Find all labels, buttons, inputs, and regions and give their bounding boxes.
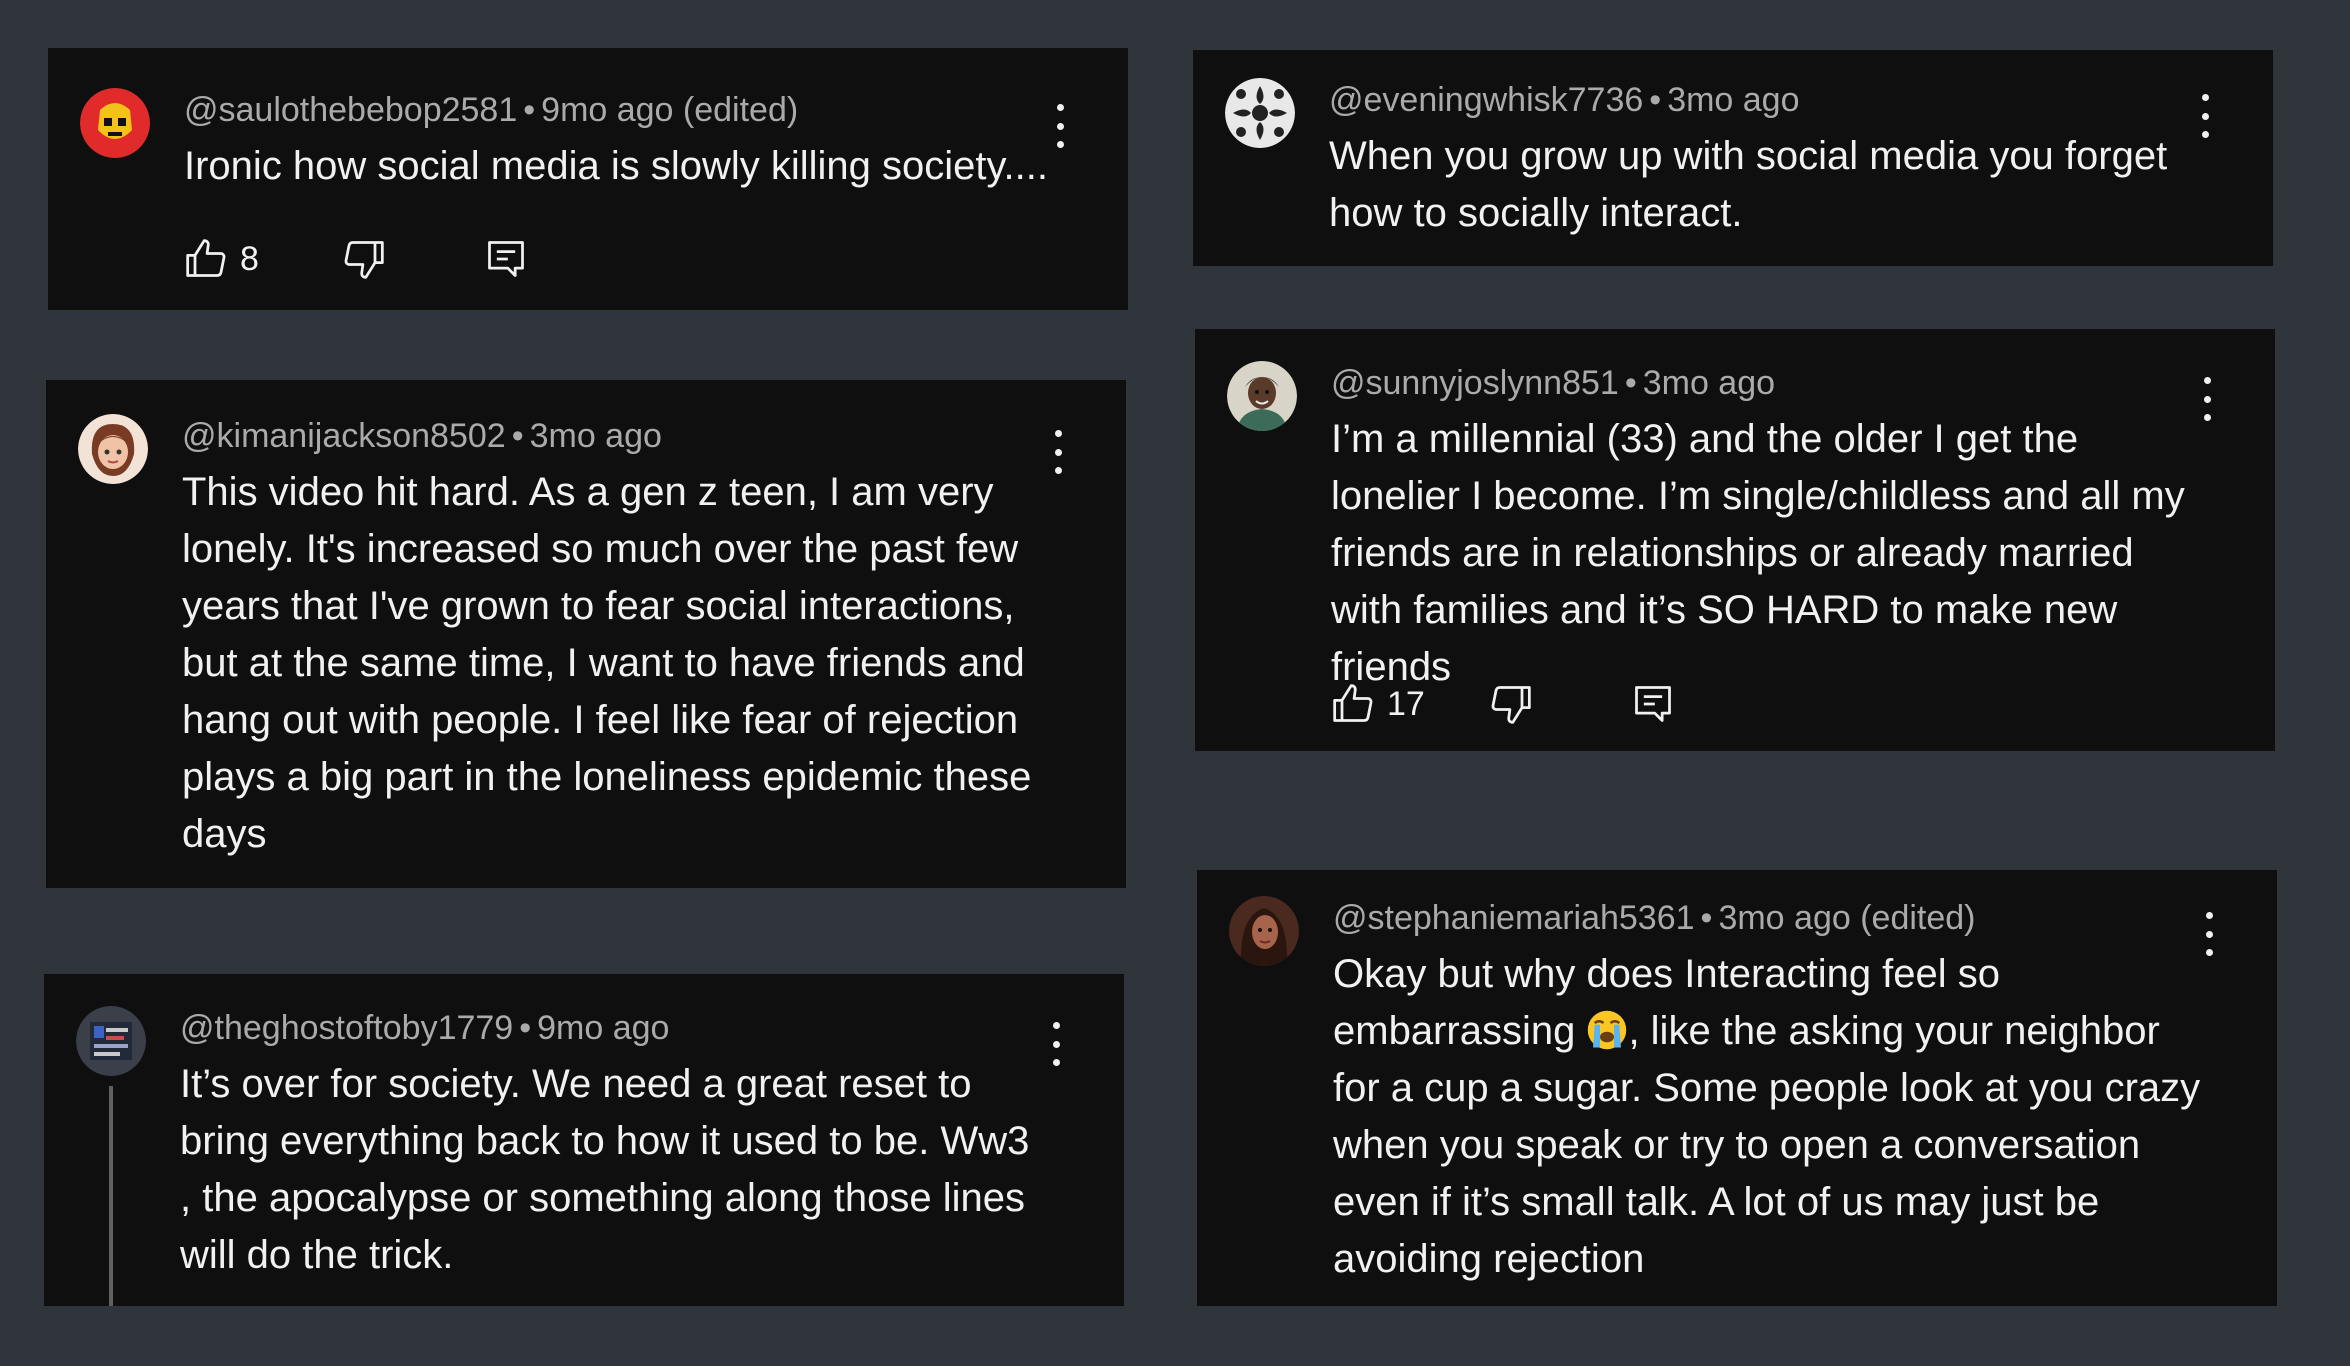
reply-comment-icon: [488, 241, 524, 277]
comment-time[interactable]: 9mo ago (edited): [541, 91, 798, 129]
woman-photo-avatar-icon: [1229, 896, 1299, 966]
separator: •: [1624, 364, 1637, 402]
like-button[interactable]: 17: [1331, 679, 1425, 729]
comment-meta: @theghostoftoby1779 • 9mo ago: [180, 1006, 669, 1050]
like-button[interactable]: 8: [184, 234, 259, 284]
loudly-crying-face-emoji: [1588, 1010, 1627, 1050]
like-count: 17: [1387, 684, 1425, 723]
dislike-button[interactable]: [342, 234, 386, 284]
comment-card: @stephaniemariah5361 • 3mo ago (edited) Ok…: [1197, 870, 2277, 1306]
person-photo-avatar-icon: [1227, 361, 1297, 431]
reply-comment-icon: [1635, 686, 1671, 722]
comment-card: @theghostoftoby1779 • 9mo ago It’s over fo…: [44, 974, 1124, 1306]
comment-actions: 17: [1331, 679, 1731, 729]
reply-button[interactable]: [484, 234, 528, 284]
avatar[interactable]: [1225, 78, 1295, 148]
thumbs-down-icon: [344, 241, 384, 279]
author-handle[interactable]: @saulothebebop2581: [184, 91, 517, 129]
poster-avatar-icon: [76, 1006, 146, 1076]
more-vertical-icon: [1056, 104, 1064, 111]
comment-time[interactable]: 3mo ago: [1643, 364, 1775, 402]
author-handle[interactable]: @stephaniemariah5361: [1333, 899, 1695, 937]
comment-time[interactable]: 3mo ago: [1667, 81, 1799, 119]
comment-actions: 8: [184, 234, 584, 284]
comment-meta: @kimanijackson8502 • 3mo ago: [182, 414, 662, 458]
comment-text: When you grow up with social media you f…: [1329, 134, 2168, 235]
avatar[interactable]: [1229, 896, 1299, 966]
comment-text: Ironic how social media is slowly killin…: [184, 144, 1049, 188]
more-vertical-icon: [1054, 430, 1062, 437]
comment-card: @saulothebebop2581 • 9mo ago (edited) Iron…: [48, 48, 1128, 310]
author-handle[interactable]: @sunnyjoslynn851: [1331, 364, 1619, 402]
comment-text: I’m a millennial (33) and the older I ge…: [1331, 417, 2185, 689]
comment-text: It’s over for society. We need a great r…: [180, 1062, 1030, 1277]
more-vertical-icon: [2203, 377, 2211, 384]
comment-text: Okay but why does Interacting feel so em…: [1333, 946, 2213, 1288]
reply-button[interactable]: [1631, 679, 1675, 729]
comment-meta: @eveningwhisk7736 • 3mo ago: [1329, 78, 1800, 122]
comment-time[interactable]: 3mo ago: [530, 417, 662, 455]
comment-time[interactable]: 9mo ago: [537, 1009, 669, 1047]
more-vertical-icon: [2201, 94, 2209, 101]
comment-text: This video hit hard. As a gen z teen, I …: [182, 470, 1032, 856]
more-vertical-icon: [2205, 912, 2213, 919]
separator: •: [523, 91, 536, 129]
more-options-button[interactable]: [2199, 912, 2219, 956]
more-options-button[interactable]: [1046, 1022, 1066, 1066]
separator: •: [511, 417, 524, 455]
comment-card: @eveningwhisk7736 • 3mo ago When you grow …: [1193, 50, 2273, 266]
author-handle[interactable]: @eveningwhisk7736: [1329, 81, 1643, 119]
more-options-button[interactable]: [2197, 377, 2217, 421]
separator: •: [519, 1009, 532, 1047]
more-options-button[interactable]: [2195, 94, 2215, 138]
damask-pattern-avatar-icon: [1225, 78, 1295, 148]
comment-time[interactable]: 3mo ago (edited): [1718, 899, 1975, 937]
avatar[interactable]: [1227, 361, 1297, 431]
yellow-mask-avatar-icon: [80, 88, 150, 158]
thread-line: [109, 1086, 113, 1306]
dislike-button[interactable]: [1489, 679, 1533, 729]
comment-meta: @sunnyjoslynn851 • 3mo ago: [1331, 361, 1775, 405]
thumbs-up-icon: [186, 239, 226, 277]
thumbs-down-icon: [1491, 686, 1531, 724]
more-options-button[interactable]: [1050, 104, 1070, 148]
author-handle[interactable]: @kimanijackson8502: [182, 417, 506, 455]
cartoon-girl-avatar-icon: [78, 414, 148, 484]
avatar[interactable]: [78, 414, 148, 484]
more-options-button[interactable]: [1048, 430, 1068, 474]
avatar[interactable]: [76, 1006, 146, 1076]
separator: •: [1649, 81, 1662, 119]
comment-card: @sunnyjoslynn851 • 3mo ago I’m a millennia…: [1195, 329, 2275, 751]
more-vertical-icon: [1052, 1022, 1060, 1029]
comment-meta: @saulothebebop2581 • 9mo ago (edited): [184, 88, 798, 132]
like-count: 8: [240, 239, 259, 278]
author-handle[interactable]: @theghostoftoby1779: [180, 1009, 513, 1047]
thumbs-up-icon: [1333, 684, 1373, 722]
separator: •: [1700, 899, 1713, 937]
comment-card: @kimanijackson8502 • 3mo ago This video hi…: [46, 380, 1126, 888]
comment-meta: @stephaniemariah5361 • 3mo ago (edited): [1333, 896, 1976, 940]
avatar[interactable]: [80, 88, 150, 158]
